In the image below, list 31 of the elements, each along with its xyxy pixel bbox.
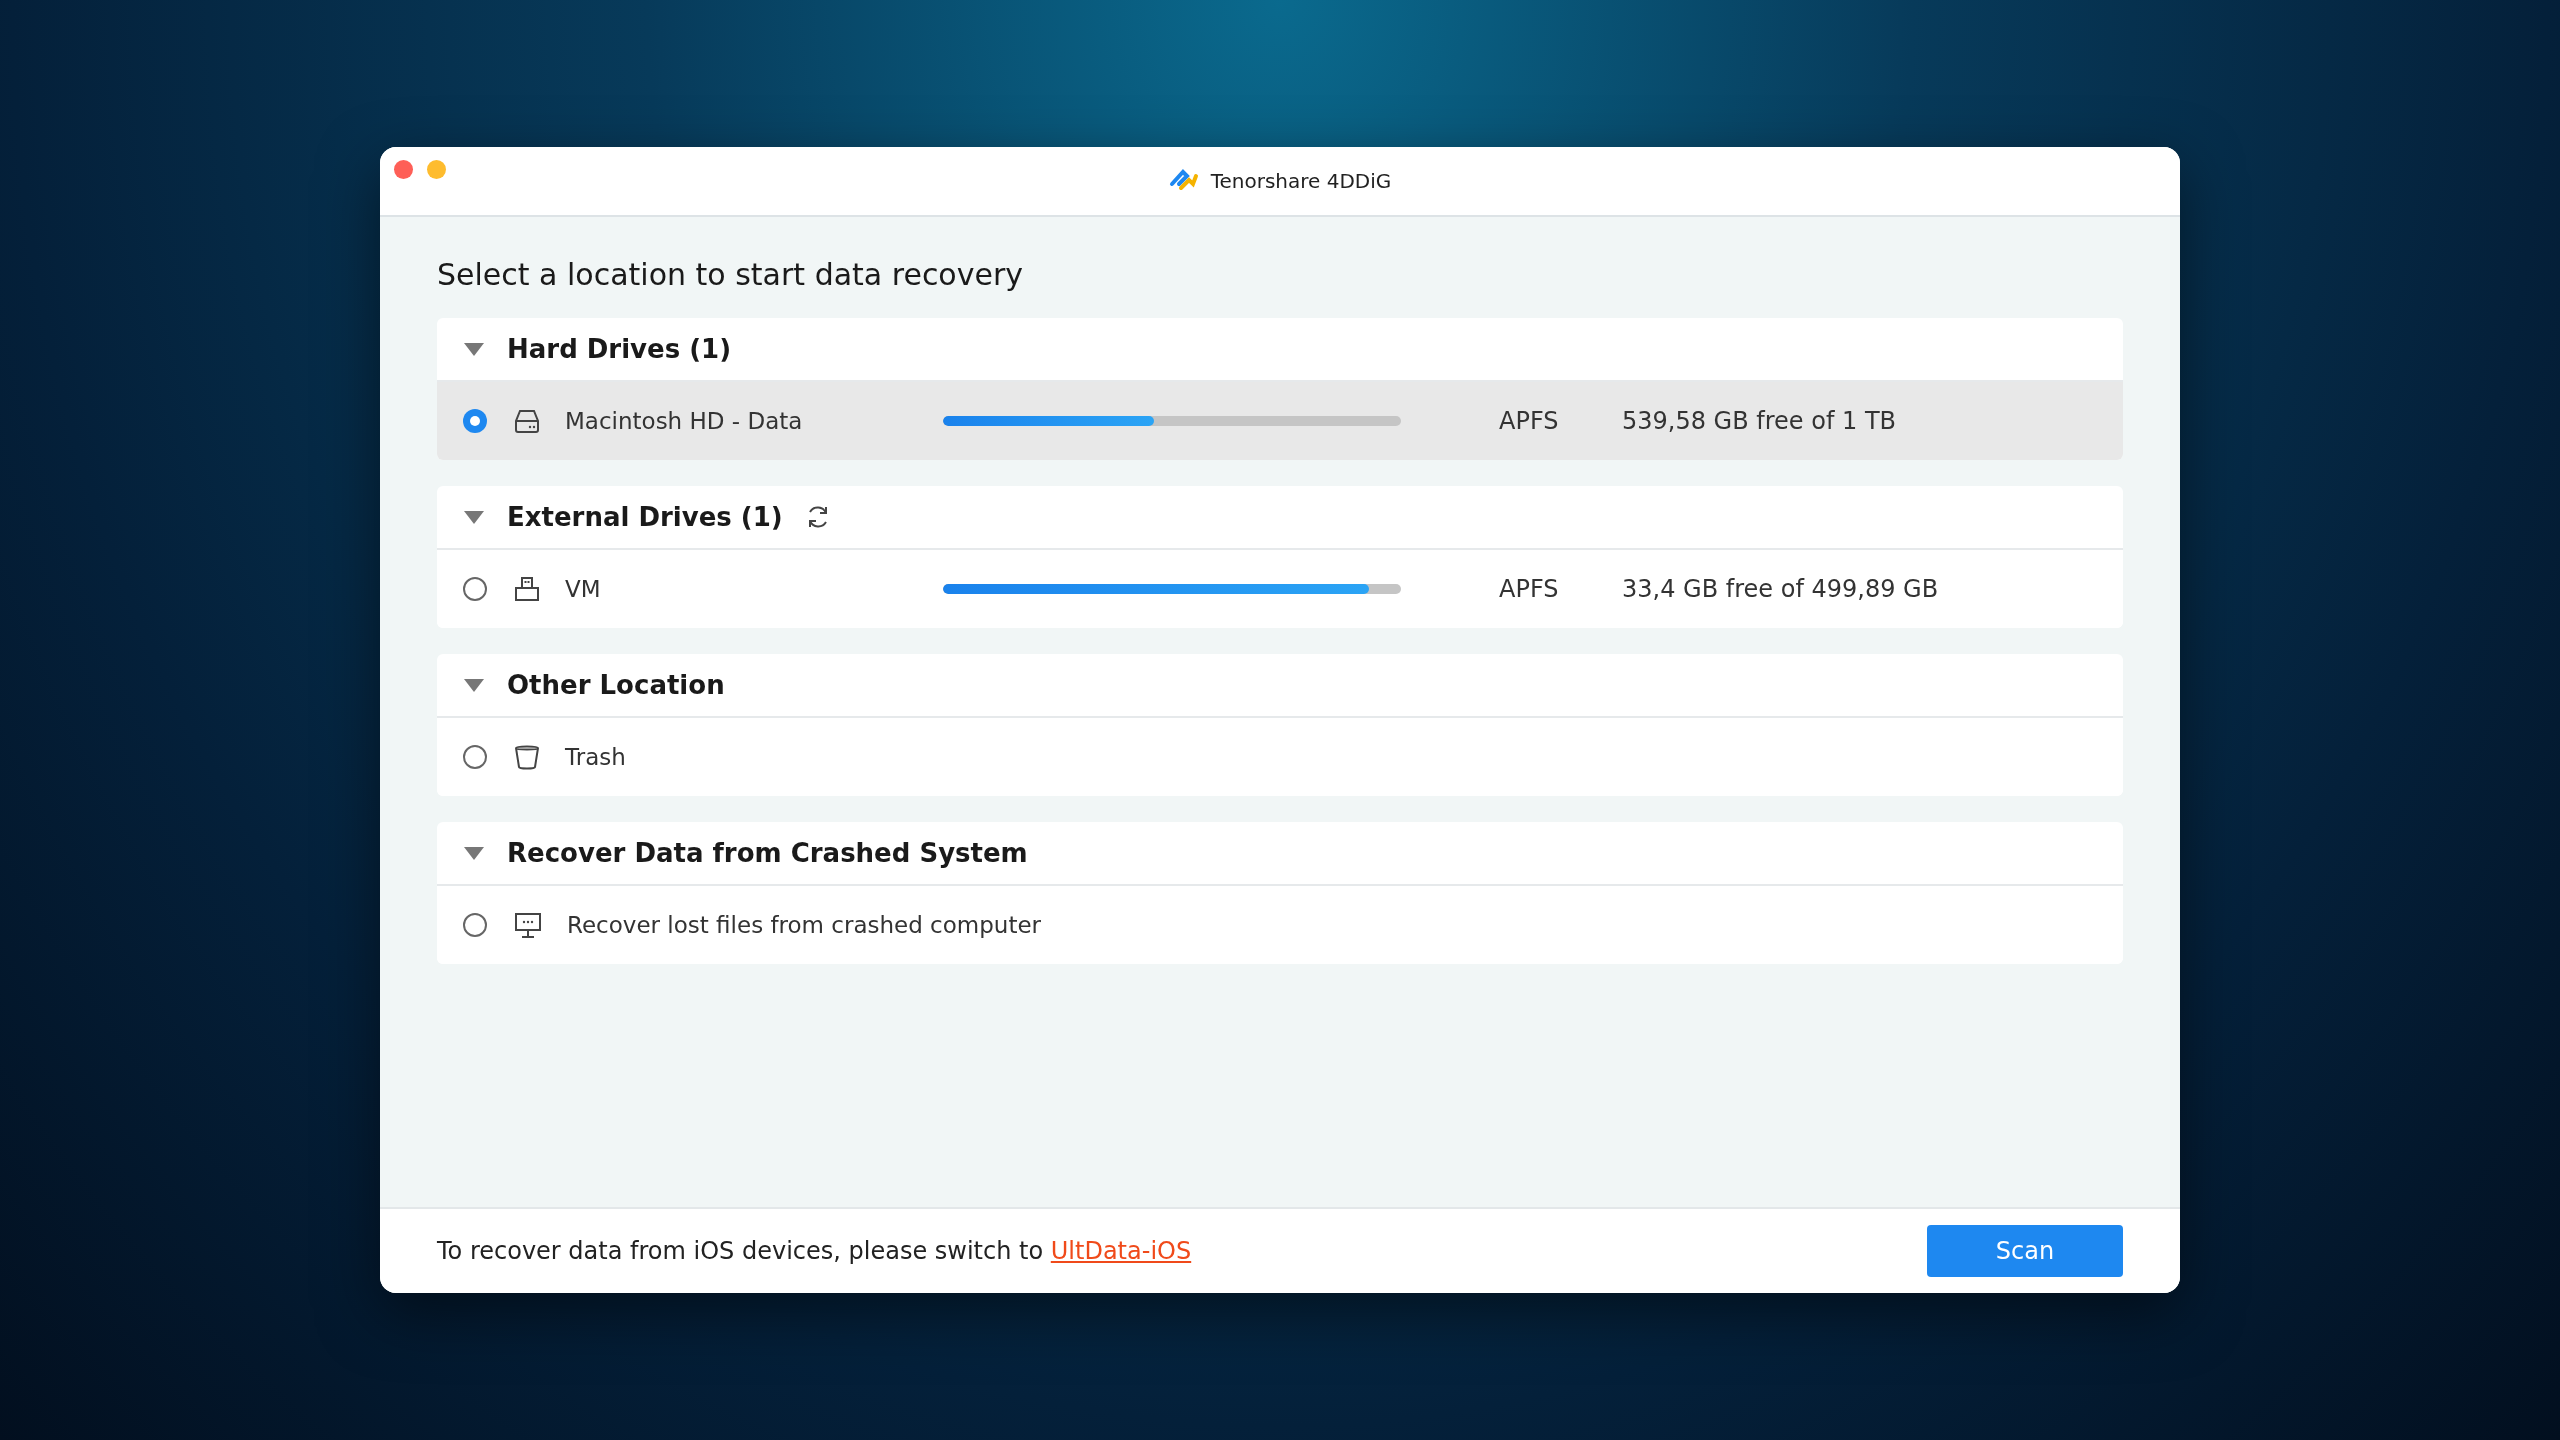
location-name: VM [565, 576, 602, 602]
usb-drive-icon [513, 575, 541, 603]
radio-button[interactable] [463, 409, 487, 433]
filesystem-label: APFS [1499, 407, 1560, 435]
ultdata-link[interactable]: UltData-iOS [1050, 1237, 1192, 1265]
free-space-label: 33,4 GB free of 499,89 GB [1622, 575, 1939, 603]
filesystem-label: APFS [1499, 575, 1560, 603]
collapse-toggle-icon[interactable] [463, 509, 485, 525]
section-title: External Drives (1) [507, 502, 783, 532]
page-heading: Select a location to start data recovery [437, 257, 1025, 292]
location-name: Recover lost files from crashed computer [567, 912, 1041, 938]
monitor-icon [513, 911, 543, 939]
location-row[interactable]: Macintosh HD - Data APFS 539,58 GB free of 1 TB [437, 382, 2123, 460]
collapse-toggle-icon[interactable] [463, 845, 485, 861]
scan-button[interactable]: Scan [1927, 1225, 2123, 1277]
radio-button[interactable] [463, 913, 487, 937]
location-name: Trash [565, 744, 627, 770]
section-title: Recover Data from Crashed System [507, 838, 1028, 868]
ios-hint-text: To recover data from iOS devices, please switch to UltData-iOS [437, 1237, 1192, 1265]
trash-icon [513, 743, 541, 771]
section-title: Hard Drives (1) [507, 334, 732, 364]
window-title: Tenorshare 4DDiG [1210, 169, 1392, 193]
location-name: Macintosh HD - Data [565, 408, 804, 434]
free-space-label: 539,58 GB free of 1 TB [1622, 407, 1897, 435]
collapse-toggle-icon[interactable] [463, 341, 485, 357]
collapse-toggle-icon[interactable] [463, 677, 485, 693]
hard-drive-icon [513, 407, 541, 435]
radio-button[interactable] [463, 745, 487, 769]
radio-button[interactable] [463, 577, 487, 601]
section-title: Other Location [507, 670, 725, 700]
close-button[interactable] [394, 160, 413, 179]
